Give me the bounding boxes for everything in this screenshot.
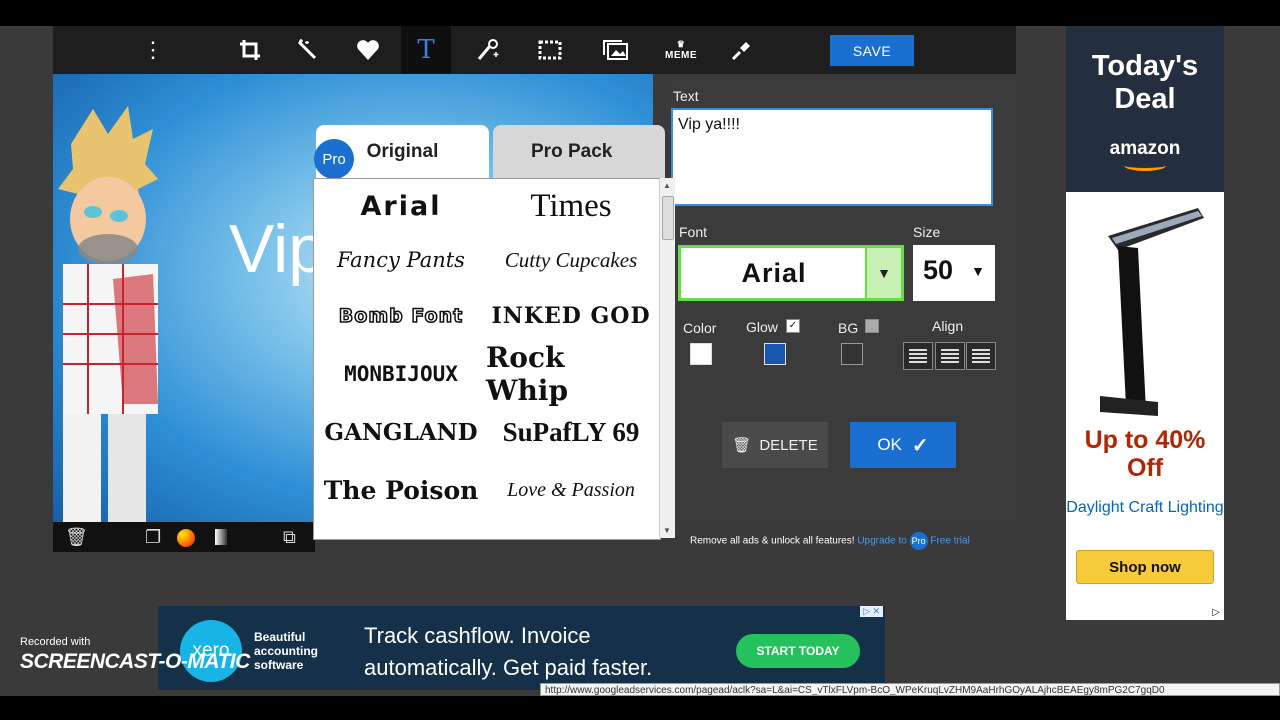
- ok-button[interactable]: OK ✓: [850, 422, 956, 468]
- font-list-scrollbar[interactable]: ▲ ▼: [659, 178, 675, 538]
- ad-close-icon[interactable]: ▷ ✕: [860, 606, 883, 617]
- avatar-character-image: [58, 106, 158, 522]
- text-label: Text: [673, 88, 699, 104]
- color-label: Color: [683, 320, 717, 336]
- bg-color-swatch[interactable]: [841, 343, 863, 365]
- font-option-supafly-69[interactable]: SuPafLY 69: [486, 407, 656, 457]
- meme-icon[interactable]: ♛ MEME: [656, 26, 706, 74]
- frame-icon[interactable]: [525, 26, 575, 74]
- xero-tagline-line: accounting: [254, 644, 319, 658]
- amazon-deal-text: Up to 40% Off: [1084, 426, 1206, 482]
- glow-label: Glow: [746, 319, 778, 335]
- glow-checkbox[interactable]: ✓: [786, 319, 800, 333]
- more-icon[interactable]: ⋮: [128, 26, 178, 74]
- font-option-inked-god[interactable]: INKED GOD: [486, 291, 656, 341]
- chevron-down-icon: ▼: [971, 263, 985, 279]
- font-option-monbijoux[interactable]: MONBIJOUX: [316, 349, 486, 399]
- size-dropdown[interactable]: 50 ▼: [913, 245, 995, 301]
- amazon-product-name[interactable]: Daylight Craft Lighting: [1066, 499, 1224, 517]
- recorded-with-text: Recorded with: [20, 636, 91, 648]
- gradient-icon[interactable]: [215, 529, 227, 545]
- status-url-bar: http://www.googleadservices.com/pagead/a…: [540, 683, 1280, 696]
- align-left-button[interactable]: [903, 342, 933, 370]
- size-dropdown-value: 50: [923, 255, 954, 285]
- crop-icon[interactable]: [225, 26, 275, 74]
- xero-headline-line: Track cashflow. Invoice: [364, 623, 591, 648]
- pro-badge[interactable]: Pro: [314, 139, 354, 179]
- adchoices-icon[interactable]: ▷: [1212, 607, 1220, 618]
- align-label: Align: [932, 318, 964, 334]
- touchup-icon[interactable]: [717, 26, 767, 74]
- duplicate-icon[interactable]: ❐: [145, 527, 161, 548]
- delete-button[interactable]: 🗑 DELETE: [722, 422, 828, 468]
- font-dropdown-value: Arial: [741, 257, 807, 288]
- upgrade-banner: Remove all ads & unlock all features! Up…: [690, 532, 970, 550]
- trash-icon[interactable]: 🗑: [65, 527, 88, 548]
- font-option-gangland[interactable]: GANGLAND: [316, 407, 486, 457]
- top-black-bar: [0, 0, 1280, 26]
- xero-ad[interactable]: xero Beautiful accounting software Track…: [158, 606, 885, 690]
- xero-tagline: Beautiful accounting software: [254, 630, 318, 672]
- heart-icon[interactable]: [343, 26, 393, 74]
- font-label: Font: [679, 224, 708, 240]
- amazon-logo: amazon: [1109, 138, 1181, 159]
- upgrade-link[interactable]: Upgrade to: [857, 536, 906, 547]
- scroll-down-icon[interactable]: ▼: [663, 526, 671, 535]
- font-list: Arial Times Fancy Pants Cutty Cupcakes B…: [313, 178, 661, 540]
- amazon-ad-header: Today's Deal amazon: [1066, 26, 1224, 192]
- glow-color-swatch[interactable]: [764, 343, 786, 365]
- screencast-watermark: Recorded with SCREENCAST-O-MATIC: [20, 636, 250, 674]
- bg-checkbox[interactable]: [865, 319, 879, 333]
- free-trial-link[interactable]: Free trial: [930, 536, 969, 547]
- font-dropdown[interactable]: Arial ▼: [678, 245, 904, 301]
- effects-icon[interactable]: [463, 26, 513, 74]
- font-option-the-poison[interactable]: The Poison: [316, 465, 486, 515]
- bg-label: BG: [838, 320, 859, 336]
- save-button[interactable]: SAVE: [830, 35, 914, 66]
- tab-pro-pack[interactable]: Pro Pack: [493, 125, 665, 179]
- screencast-logo: SCREENCAST-O-MATIC: [20, 650, 250, 673]
- text-icon[interactable]: T: [401, 26, 451, 74]
- align-center-button[interactable]: [935, 342, 965, 370]
- font-option-bomb-font[interactable]: Bomb Font: [316, 291, 486, 341]
- layers-icon[interactable]: ⧉: [283, 527, 296, 548]
- trash-icon: 🗑: [732, 437, 752, 454]
- font-option-cutty-cupcakes[interactable]: Cutty Cupcakes: [486, 235, 656, 285]
- check-icon: ✓: [911, 434, 929, 457]
- amazon-ad[interactable]: Today's Deal amazon Up to 40% Off Daylig…: [1066, 26, 1224, 620]
- amazon-smile-icon: [1124, 160, 1166, 171]
- canvas-bottom-bar: 🗑 ❐ ⧉: [53, 522, 315, 552]
- scrollbar-thumb[interactable]: [662, 196, 674, 240]
- amazon-ad-title: Today's Deal: [1091, 50, 1199, 115]
- canvas-text-layer[interactable]: Vip: [229, 210, 326, 288]
- xero-headline-line: automatically. Get paid faster.: [364, 655, 653, 680]
- font-option-times[interactable]: Times: [486, 181, 656, 231]
- scroll-up-icon[interactable]: ▲: [663, 181, 671, 190]
- overlay-icon[interactable]: [591, 26, 641, 74]
- start-today-button[interactable]: START TODAY: [736, 634, 860, 668]
- xero-tagline-line: software: [254, 658, 304, 672]
- size-label: Size: [913, 224, 941, 240]
- font-option-fancy-pants[interactable]: Fancy Pants: [316, 235, 486, 285]
- pro-badge-icon[interactable]: Pro: [909, 532, 928, 550]
- ok-label: OK: [877, 435, 902, 454]
- align-right-button[interactable]: [966, 342, 996, 370]
- delete-label: DELETE: [759, 436, 818, 454]
- chevron-down-icon[interactable]: ▼: [865, 248, 901, 298]
- shop-now-button[interactable]: Shop now: [1076, 550, 1214, 584]
- xero-tagline-line: Beautiful: [254, 630, 306, 644]
- magic-wand-icon[interactable]: [282, 26, 332, 74]
- bottom-black-bar: [0, 696, 1280, 720]
- text-color-swatch[interactable]: [690, 343, 712, 365]
- meme-label: MEME: [665, 50, 697, 61]
- upgrade-text: Remove all ads & unlock all features!: [690, 535, 855, 547]
- xero-headline: Track cashflow. Invoice automatically. G…: [364, 620, 652, 684]
- lamp-product-image: [1100, 208, 1204, 416]
- font-option-arial[interactable]: Arial: [316, 181, 486, 231]
- font-option-rock-whip[interactable]: Rock Whip: [486, 341, 656, 407]
- text-input[interactable]: Vip ya!!!!: [671, 108, 993, 206]
- font-option-love-passion[interactable]: Love & Passion: [486, 465, 656, 515]
- color-wheel-icon[interactable]: [177, 529, 195, 547]
